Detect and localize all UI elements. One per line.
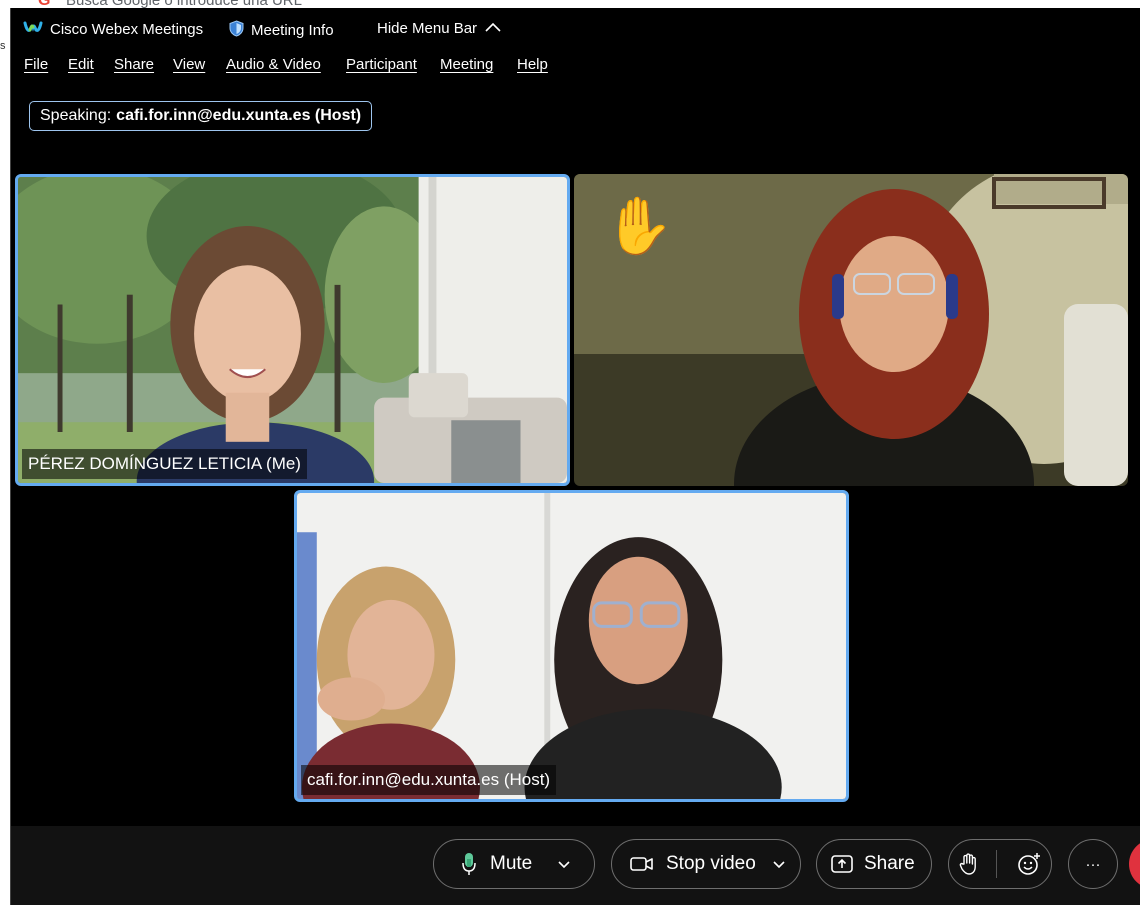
microphone-icon[interactable] [462, 852, 476, 876]
meeting-info-label: Meeting Info [251, 22, 334, 39]
share-button: Share [864, 853, 915, 874]
hide-menu-bar-button[interactable]: Hide Menu Bar [377, 20, 502, 37]
video-control: Stop video [611, 839, 801, 889]
title-bar: Cisco Webex Meetings Meeting Info Hide M… [11, 8, 1140, 50]
emoji-reactions-icon[interactable] [1017, 852, 1041, 876]
app-title: Cisco Webex Meetings [23, 20, 203, 38]
speaking-label: Speaking: [40, 107, 112, 124]
menu-share[interactable]: Share [114, 56, 154, 73]
menu-view[interactable]: View [173, 56, 205, 73]
video-tile-participant[interactable]: ✋ [574, 174, 1128, 486]
reactions-control [948, 839, 1052, 889]
participant-name: PÉREZ DOMÍNGUEZ LETICIA (Me) [28, 454, 301, 473]
shield-icon [229, 20, 244, 41]
share-control[interactable]: Share [816, 839, 932, 889]
chevron-down-icon[interactable] [556, 856, 572, 872]
webex-window: Cisco Webex Meetings Meeting Info Hide M… [10, 8, 1140, 905]
speaking-name: cafi.for.inn@edu.xunta.es (Host) [116, 107, 362, 124]
video-feed-host [297, 493, 846, 799]
mute-control: Mute [433, 839, 595, 889]
menu-audio-video[interactable]: Audio & Video [226, 56, 321, 73]
raise-hand-icon[interactable] [959, 853, 977, 875]
browser-left-edge: s [0, 10, 10, 905]
video-tile-me[interactable]: PÉREZ DOMÍNGUEZ LETICIA (Me) [15, 174, 570, 486]
menu-file[interactable]: File [24, 56, 48, 73]
video-tile-host[interactable]: cafi.for.inn@edu.xunta.es (Host) [294, 490, 849, 802]
chevron-down-icon[interactable] [771, 856, 787, 872]
mute-button[interactable]: Mute [490, 853, 532, 875]
hide-menu-bar-label: Hide Menu Bar [377, 20, 478, 37]
participant-name-tag: PÉREZ DOMÍNGUEZ LETICIA (Me) [22, 449, 307, 479]
speaking-indicator: Speaking: cafi.for.inn@edu.xunta.es (Hos… [29, 101, 373, 131]
stop-video-button[interactable]: Stop video [666, 853, 756, 875]
camera-icon[interactable] [630, 855, 654, 873]
meeting-info-button[interactable]: Meeting Info [229, 20, 334, 41]
menu-edit[interactable]: Edit [68, 56, 94, 73]
menu-help[interactable]: Help [517, 56, 548, 73]
video-feed-me [18, 177, 567, 483]
more-options-icon: ··· [1085, 855, 1101, 873]
reactions-divider [996, 850, 998, 878]
menu-participant[interactable]: Participant [346, 56, 417, 73]
host-name-tag: cafi.for.inn@edu.xunta.es (Host) [301, 765, 557, 795]
leave-meeting-button[interactable] [1129, 839, 1140, 889]
chevron-up-icon [484, 20, 502, 37]
host-name: cafi.for.inn@edu.xunta.es (Host) [307, 770, 551, 789]
webex-logo-icon [23, 20, 43, 38]
raised-hand-icon: ✋ [604, 194, 674, 257]
menu-meeting[interactable]: Meeting [440, 56, 493, 73]
more-options-button[interactable]: ··· [1068, 839, 1118, 889]
share-screen-icon [831, 855, 853, 873]
meeting-control-bar: Mute Stop video Share ··· [11, 826, 1140, 905]
app-name: Cisco Webex Meetings [50, 20, 204, 38]
